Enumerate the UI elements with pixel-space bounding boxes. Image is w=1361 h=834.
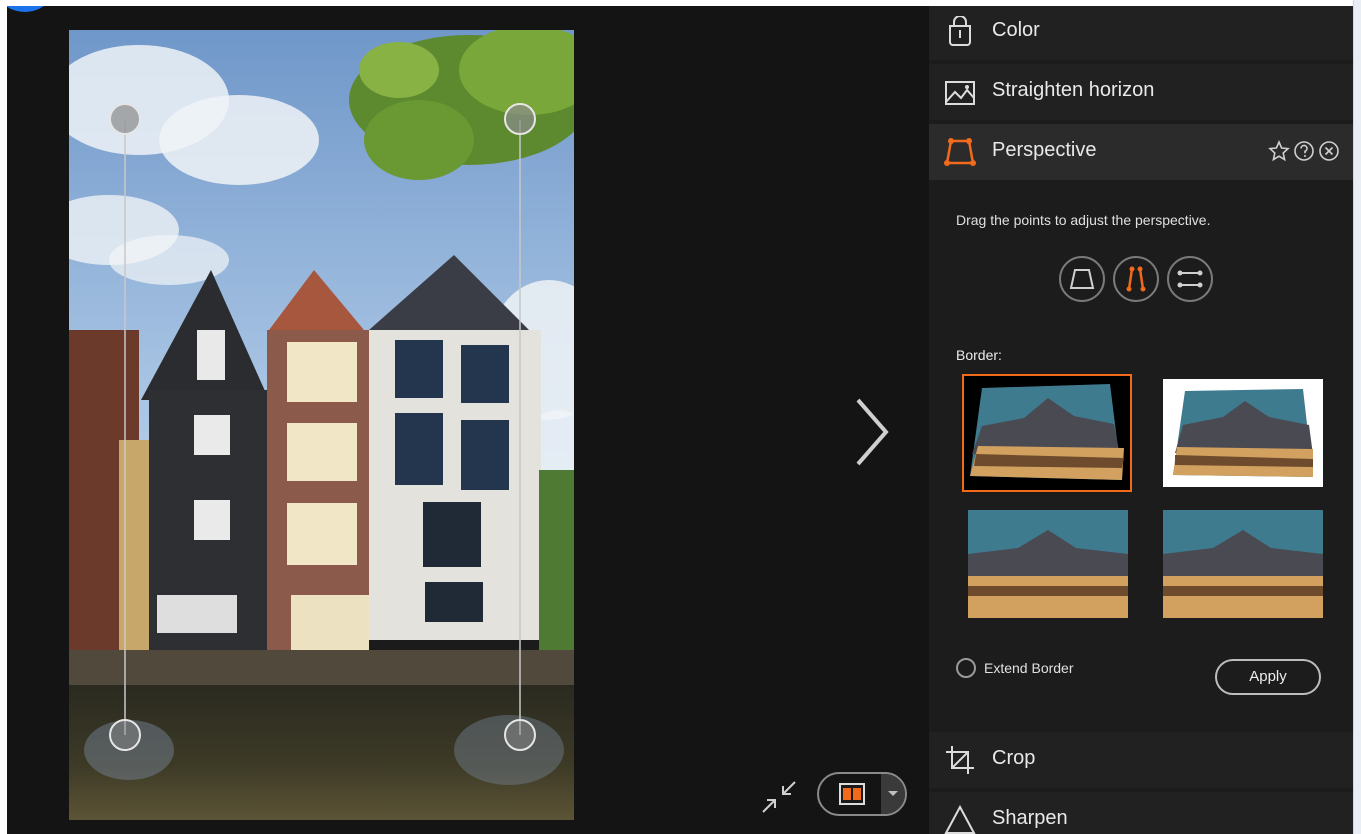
tool-perspective[interactable]: Perspective: [929, 124, 1354, 180]
help-icon[interactable]: [1293, 140, 1315, 162]
perspective-handle-top-left[interactable]: [109, 103, 141, 135]
perspective-icon: [944, 138, 976, 166]
tool-crop-label: Crop: [992, 747, 1036, 769]
straighten-horizon-icon: [945, 81, 975, 105]
sharpen-icon: [944, 804, 976, 834]
tool-color[interactable]: Color: [929, 6, 1354, 60]
horizontal-lines-mode-icon[interactable]: [1167, 256, 1213, 302]
tool-sharpen[interactable]: Sharpen: [929, 792, 1354, 834]
perspective-settings: Drag the points to adjust the perspectiv…: [929, 186, 1354, 726]
tool-sharpen-label: Sharpen: [992, 807, 1068, 829]
apply-button[interactable]: Apply: [1215, 659, 1321, 695]
compare-dropdown-button[interactable]: [881, 774, 905, 814]
star-icon[interactable]: [1268, 139, 1290, 162]
tool-straighten-horizon[interactable]: Straighten horizon: [929, 64, 1354, 120]
tool-perspective-label: Perspective: [992, 139, 1097, 161]
close-icon[interactable]: [1318, 140, 1340, 162]
perspective-handle-top-right[interactable]: [504, 103, 536, 135]
extend-border-label: Extend Border: [984, 660, 1074, 676]
color-icon: [949, 16, 971, 46]
trapezoid-mode-icon[interactable]: [1059, 256, 1105, 302]
perspective-actions: [1268, 139, 1340, 162]
split-view-icon: [839, 783, 865, 805]
next-arrow-icon[interactable]: [852, 396, 892, 468]
corner-badge: [7, 6, 51, 12]
perspective-handle-bottom-left[interactable]: [109, 719, 141, 751]
tools-panel: Color Straighten horizon Perspective Dra…: [929, 6, 1354, 834]
vertical-lines-mode-icon[interactable]: [1113, 256, 1159, 302]
tool-straighten-label: Straighten horizon: [992, 79, 1155, 101]
compare-view-toggle[interactable]: [817, 772, 907, 816]
crop-icon: [946, 746, 974, 774]
tool-crop[interactable]: Crop: [929, 732, 1354, 788]
extend-border-radio[interactable]: [956, 658, 976, 678]
window-scroll-strip[interactable]: [1353, 0, 1361, 834]
border-label: Border:: [956, 347, 1002, 363]
perspective-handle-bottom-right[interactable]: [504, 719, 536, 751]
photo-editor-app: Color Straighten horizon Perspective Dra…: [7, 6, 1354, 834]
border-option-white[interactable]: [1163, 379, 1323, 487]
border-option-stretch[interactable]: [1163, 510, 1323, 618]
compress-view-icon[interactable]: [759, 778, 799, 818]
tool-color-label: Color: [992, 19, 1040, 41]
border-option-black[interactable]: [962, 374, 1132, 492]
extend-border-checkbox[interactable]: Extend Border: [956, 658, 1074, 678]
perspective-hint: Drag the points to adjust the perspectiv…: [956, 212, 1211, 228]
perspective-mode-buttons: [1059, 256, 1213, 302]
border-option-crop[interactable]: [968, 510, 1128, 618]
photo-canvas[interactable]: [69, 30, 574, 820]
